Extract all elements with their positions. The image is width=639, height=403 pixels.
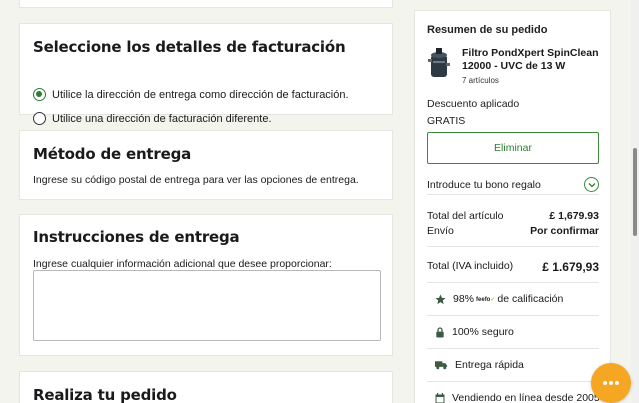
scrollbar-thumb[interactable] [633,148,637,236]
calendar-icon [435,392,445,403]
billing-option-different-label: Utilice una dirección de facturación dif… [52,112,272,125]
grand-total-label: Total (IVA incluido) [427,260,514,272]
grand-total-row: Total (IVA incluido) £ 1.679,93 [427,260,599,274]
chat-button[interactable] [591,363,631,403]
radio-checked-icon[interactable] [33,88,46,101]
gift-voucher-toggle[interactable]: Introduce tu bono regalo [427,175,599,195]
divider [427,348,599,349]
previous-section-card [19,0,393,8]
delivery-instructions-card: Instrucciones de entrega Ingrese cualqui… [19,214,393,356]
place-order-card: Realiza tu pedido [19,371,393,403]
place-order-title: Realiza tu pedido [33,386,177,403]
divider [427,315,599,316]
online-since-label: Vendiendo en línea desde 2005 [452,392,600,403]
billing-option-different[interactable]: Utilice una dirección de facturación dif… [33,112,272,125]
discount-value: GRATIS [427,115,466,127]
gift-voucher-label: Introduce tu bono regalo [427,178,541,191]
delivery-method-card: Método de entrega Ingrese su código post… [19,130,393,200]
grand-total-value: £ 1.679,93 [542,260,599,274]
remove-discount-button[interactable]: Eliminar [427,132,599,164]
fast-delivery-badge: Entrega rápida [435,359,524,371]
order-summary-card: Resumen de su pedido Filtro PondXpert Sp… [414,10,611,403]
delivery-method-title: Método de entrega [33,145,192,163]
item-total-value: £ 1,679.93 [549,210,599,222]
product-count: 7 artículos [462,76,499,85]
summary-title: Resumen de su pedido [427,24,548,36]
page-scrollbar[interactable] [631,0,639,403]
discount-label: Descuento aplicado [427,98,520,110]
truck-icon [435,361,448,370]
item-total-row: Total del artículo £ 1,679.93 [427,210,599,222]
product-image [427,47,451,79]
delivery-method-text: Ingrese su código postal de entrega para… [33,174,359,186]
shipping-label: Envío [427,225,454,237]
secure-label: 100% seguro [452,326,514,338]
delivery-instructions-textarea[interactable] [33,270,381,341]
radio-unchecked-icon[interactable] [33,112,46,125]
rating-value: 98% [453,293,475,305]
star-icon [435,293,446,304]
online-since-badge: Vendiendo en línea desde 2005 [435,392,600,403]
item-total-label: Total del artículo [427,210,504,222]
shipping-row: Envío Por confirmar [427,225,599,237]
lock-icon [436,326,444,338]
delivery-instructions-label: Ingrese cualquier información adicional … [33,258,332,270]
billing-option-same-label: Utilice la dirección de entrega como dir… [52,88,349,101]
chat-icon [603,381,619,385]
rating-suffix: de calificación [497,293,564,305]
secure-badge: 100% seguro [435,326,514,338]
billing-option-same[interactable]: Utilice la dirección de entrega como dir… [33,88,349,101]
divider [427,282,599,283]
feefo-logo: feefo✓ [476,296,496,303]
shipping-value: Por confirmar [530,225,599,237]
billing-details-card: Seleccione los detalles de facturación U… [19,23,393,125]
fast-delivery-label: Entrega rápida [455,359,524,371]
billing-title: Seleccione los detalles de facturación [33,38,346,56]
rating-badge: 98% feefo✓ de calificación [435,293,563,305]
chevron-down-icon[interactable] [584,177,599,192]
delivery-instructions-title: Instrucciones de entrega [33,228,240,246]
divider [427,381,599,382]
product-name[interactable]: Filtro PondXpert SpinClean 12000 - UVC d… [462,47,602,73]
divider [427,246,599,247]
